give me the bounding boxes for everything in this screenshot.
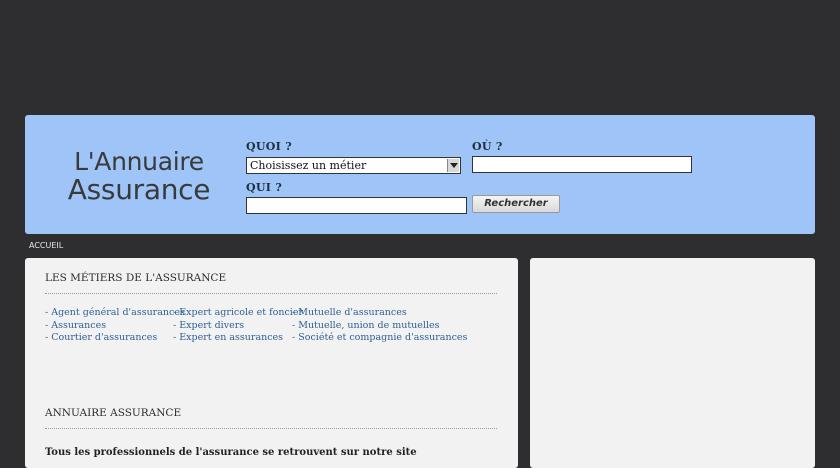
qui-label: QUI ? bbox=[246, 181, 283, 194]
metier-link[interactable]: - Agent général d'assurances bbox=[45, 307, 185, 320]
quoi-label: QUOI ? bbox=[246, 140, 292, 153]
annuaire-intro: Tous les professionnels de l'assurance s… bbox=[45, 447, 417, 458]
main-panel: LES MÉTIERS DE L'ASSURANCE - Agent génér… bbox=[25, 258, 518, 468]
metier-link[interactable]: - Expert divers bbox=[173, 320, 303, 333]
metier-link[interactable]: - Expert en assurances bbox=[173, 332, 303, 345]
breadcrumb-home[interactable]: ACCUEIL bbox=[29, 241, 63, 250]
metier-link[interactable]: - Courtier d'assurances bbox=[45, 332, 185, 345]
search-header: L'Annuaire Assurance QUOI ? Choisissez u… bbox=[25, 115, 815, 234]
logo-line-1: L'Annuaire bbox=[74, 147, 204, 176]
metiers-title: LES MÉTIERS DE L'ASSURANCE bbox=[45, 272, 227, 284]
ou-label: OÙ ? bbox=[472, 140, 503, 153]
divider bbox=[45, 293, 497, 294]
metier-select-value: Choisissez un métier bbox=[250, 159, 367, 172]
metier-link[interactable]: - Mutuelle, union de mutuelles bbox=[292, 320, 467, 333]
metiers-column-2: - Expert agricole et foncier - Expert di… bbox=[173, 307, 303, 345]
search-button[interactable]: Rechercher bbox=[472, 195, 560, 213]
metiers-column-3: - Mutuelle d'assurances - Mutuelle, unio… bbox=[292, 307, 467, 345]
metier-link[interactable]: - Mutuelle d'assurances bbox=[292, 307, 467, 320]
chevron-down-icon[interactable] bbox=[447, 159, 459, 172]
sidebar-panel bbox=[530, 258, 815, 468]
divider bbox=[45, 428, 497, 429]
annuaire-title: ANNUAIRE ASSURANCE bbox=[45, 407, 182, 419]
metier-select[interactable]: Choisissez un métier bbox=[246, 157, 461, 174]
metier-link[interactable]: - Assurances bbox=[45, 320, 185, 333]
metier-link[interactable]: - Expert agricole et foncier bbox=[173, 307, 303, 320]
site-logo[interactable]: L'Annuaire Assurance bbox=[59, 148, 219, 204]
metier-link[interactable]: - Société et compagnie d'assurances bbox=[292, 332, 467, 345]
logo-line-2: Assurance bbox=[67, 173, 211, 206]
metiers-column-1: - Agent général d'assurances - Assurance… bbox=[45, 307, 185, 345]
ou-input[interactable] bbox=[472, 156, 692, 173]
qui-input[interactable] bbox=[246, 197, 467, 214]
